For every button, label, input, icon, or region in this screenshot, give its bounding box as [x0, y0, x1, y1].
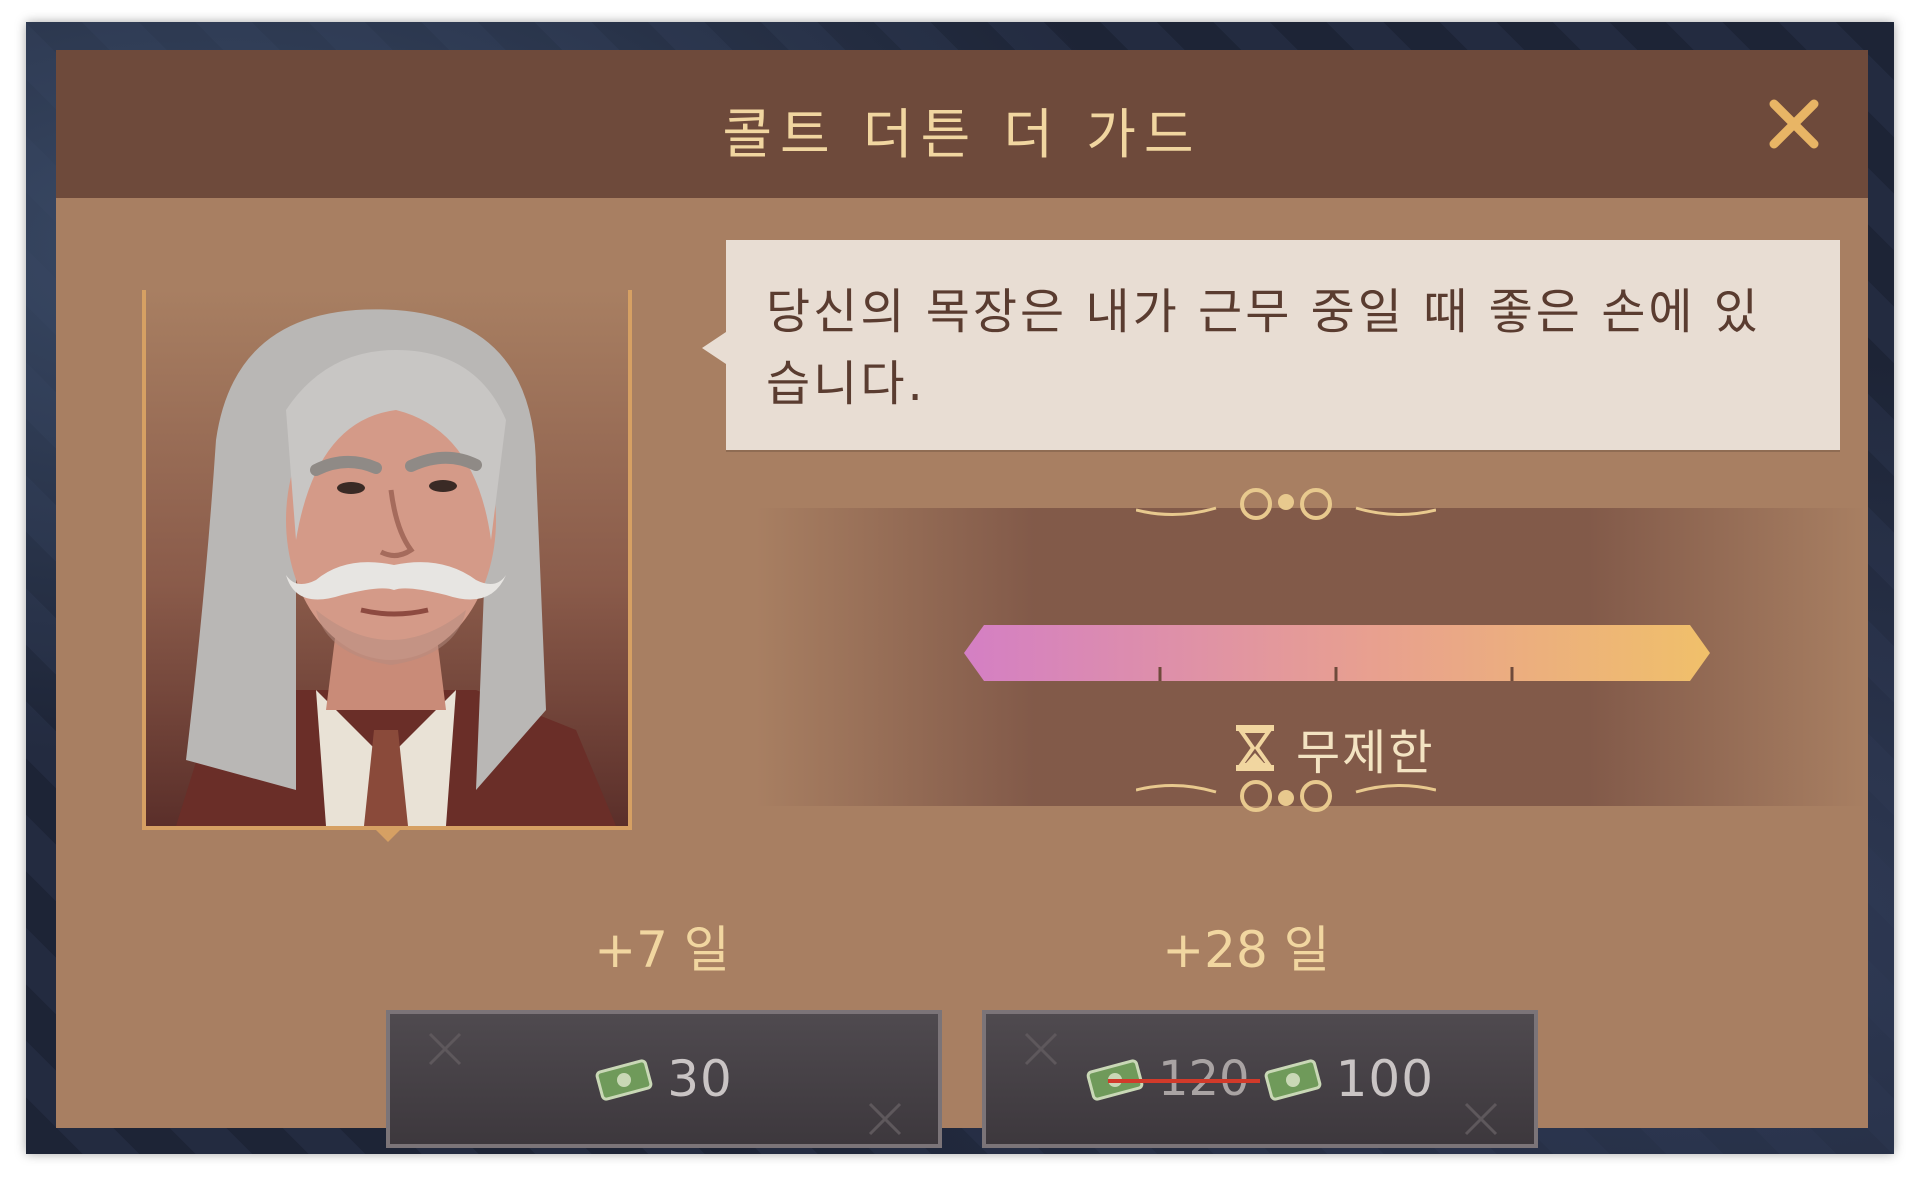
close-button[interactable] [1764, 94, 1824, 154]
scratch-texture [428, 1032, 902, 1136]
buy-7-days-button[interactable]: 30 [386, 1010, 942, 1148]
speech-bubble: 당신의 목장은 내가 근무 중일 때 좋은 손에 있습니다. [702, 240, 1840, 450]
duration-progress-bar [964, 625, 1710, 681]
speech-text: 당신의 목장은 내가 근무 중일 때 좋은 손에 있습니다. [766, 284, 1761, 412]
guard-dialog: 콜트 더튼 더 가드 당신의 목장은 내가 근무 중일 때 좋은 손에 있습니다… [56, 50, 1868, 1148]
scratch-texture [1024, 1032, 1498, 1136]
portrait-notch [372, 826, 404, 842]
guard-portrait [176, 309, 616, 826]
dialog-header: 콜트 더튼 더 가드 [56, 50, 1868, 198]
dialog-title: 콜트 더튼 더 가드 [722, 103, 1202, 166]
offer-2-duration: +28 일 [1162, 921, 1330, 979]
offer-2-old-price: 120 [1108, 1051, 1260, 1107]
timer: 무제한 [1236, 718, 1434, 781]
bottom-ornament [1136, 780, 1436, 812]
top-ornament [1136, 488, 1436, 520]
portrait-frame [142, 290, 632, 830]
close-icon [1769, 99, 1819, 149]
buy-28-days-button[interactable]: 120 100 [982, 1010, 1538, 1148]
hourglass-icon [1236, 725, 1274, 771]
offer-1-duration: +7 일 [594, 921, 730, 979]
